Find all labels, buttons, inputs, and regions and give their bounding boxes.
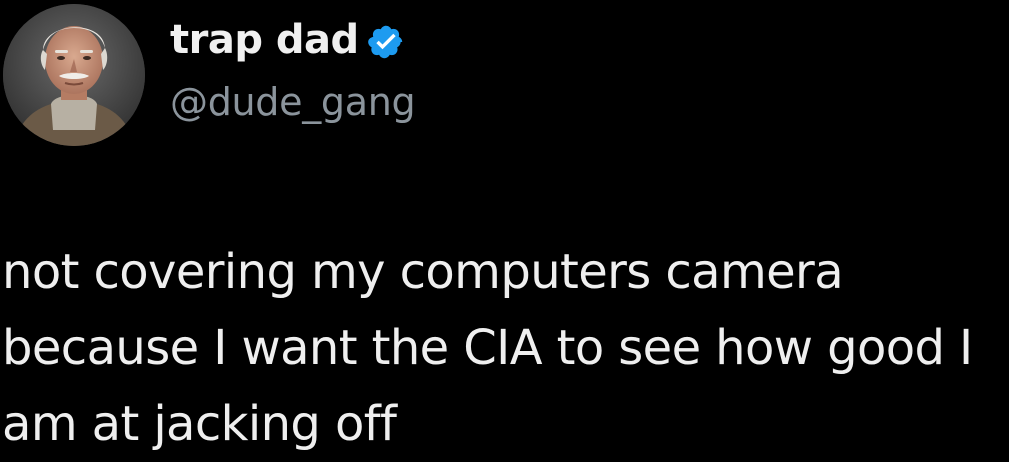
tweet-text-line-3: am at jacking off bbox=[2, 396, 397, 452]
tweet-text-line-1: not covering my computers camera bbox=[2, 244, 844, 300]
avatar-image bbox=[3, 4, 145, 146]
tweet-text-line-2: because I want the CIA to see how good I bbox=[2, 320, 973, 376]
author-name-row: trap dad bbox=[170, 12, 405, 68]
author-display-name[interactable]: trap dad bbox=[170, 17, 359, 63]
tweet-card: trap dad @dude_gang not covering my comp… bbox=[0, 0, 1009, 454]
author-handle[interactable]: @dude_gang bbox=[170, 80, 416, 124]
author-avatar[interactable] bbox=[3, 4, 145, 146]
verified-badge-icon bbox=[367, 23, 405, 61]
tweet-body: not covering my computers camera because… bbox=[2, 234, 1009, 462]
